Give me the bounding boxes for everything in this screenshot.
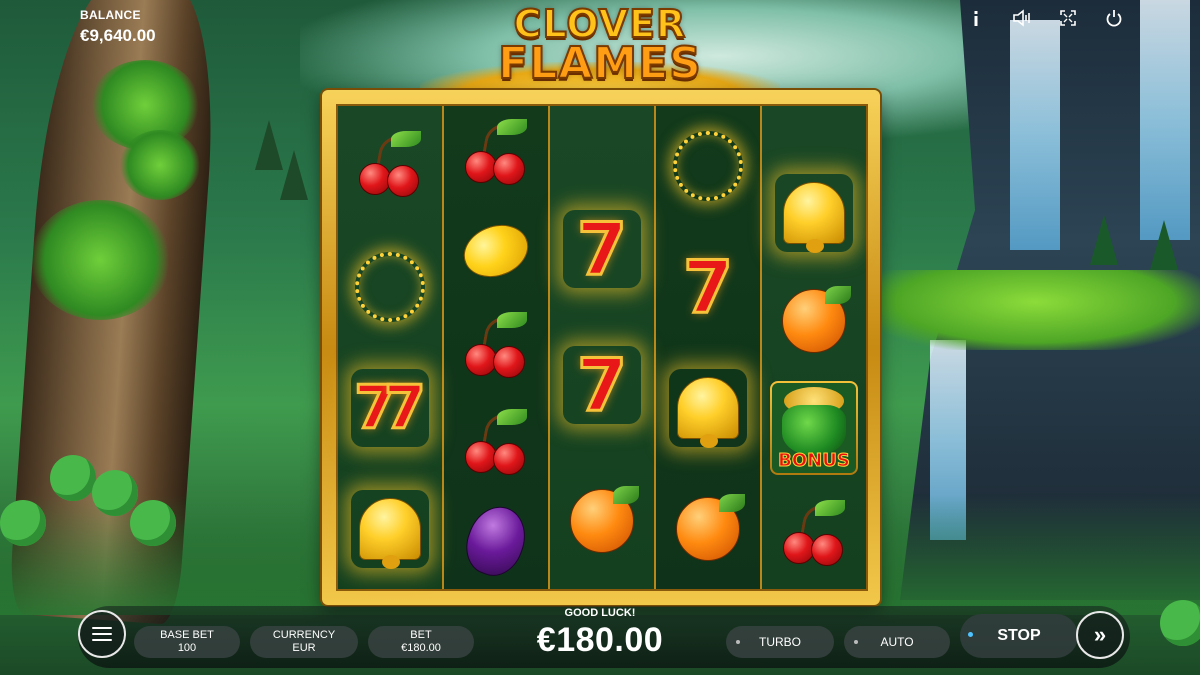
fire-ring-icon (673, 131, 743, 202)
clover-icon (1160, 600, 1200, 646)
fast-forward-icon: » (1093, 622, 1107, 647)
currency-button[interactable]: CURRENCY EUR (250, 626, 358, 658)
reel-cell (338, 106, 442, 227)
cherry-icon (457, 308, 535, 386)
reel-cell (444, 299, 548, 396)
reel-cell: 7 (550, 181, 654, 317)
logo-line-2: FLAMES (497, 38, 702, 89)
seven-icon: 7 (563, 346, 641, 424)
base-bet-button[interactable]: BASE BET 100 (134, 626, 240, 658)
reel-cell (444, 203, 548, 300)
waterfall (1140, 0, 1190, 240)
clover-icon (130, 500, 176, 546)
pine-tree (280, 150, 308, 200)
bonus-label: BONUS (778, 449, 851, 471)
moss (30, 200, 170, 320)
stop-button[interactable]: STOP (960, 614, 1078, 658)
status-message: GOOD LUCK! (564, 607, 636, 619)
cherry-icon (775, 496, 853, 574)
balance-value: €9,640.00 (80, 26, 156, 45)
auto-label: AUTO (880, 635, 914, 649)
reels-grid[interactable]: 77 7 7 7 BONUS (336, 104, 868, 591)
reel-3: 7 7 (550, 106, 656, 589)
moss (120, 130, 200, 200)
cherry-icon (457, 405, 535, 483)
reel-cell: 77 (338, 348, 442, 469)
clover-icon (50, 455, 96, 501)
reel-cell (444, 396, 548, 493)
turbo-indicator (736, 640, 740, 644)
clover-icon (0, 500, 46, 546)
bell-icon (669, 369, 747, 448)
spin-button[interactable]: » (1076, 611, 1124, 659)
clover-icon (92, 470, 138, 516)
reel-cell: 7 (550, 317, 654, 453)
auto-indicator (854, 640, 858, 644)
reel-cell (550, 453, 654, 589)
turbo-label: TURBO (759, 635, 801, 649)
reel-5: BONUS (762, 106, 866, 589)
power-icon[interactable] (1104, 9, 1124, 27)
sound-icon[interactable] (1012, 9, 1032, 27)
reel-cell: BONUS (762, 374, 866, 481)
reel-cell (550, 106, 654, 181)
stop-label: STOP (997, 627, 1041, 644)
plum-icon (457, 498, 535, 584)
orange-icon (669, 490, 747, 568)
reel-cell (762, 160, 866, 267)
base-bet-label: BASE BET (160, 629, 214, 641)
game-logo: CLOVER FLAMES (420, 3, 780, 94)
reel-cell: 7 (656, 227, 760, 348)
seven-icon: 77 (351, 369, 429, 447)
fire-ring-icon (355, 252, 425, 323)
balance-display: BALANCE €9,640.00 (80, 8, 156, 46)
auto-button[interactable]: AUTO (844, 626, 950, 658)
top-toolbar (966, 9, 1124, 27)
win-amount: €180.00 (536, 621, 664, 659)
base-bet-value: 100 (177, 642, 197, 654)
reel-cell (762, 106, 866, 160)
balance-label: BALANCE (80, 8, 141, 22)
reel-4: 7 (656, 106, 762, 589)
seven-icon: 7 (681, 245, 734, 330)
hamburger-icon (92, 627, 112, 629)
fullscreen-icon[interactable] (1058, 9, 1078, 27)
cherry-icon (457, 115, 535, 193)
reel-cell (338, 468, 442, 589)
orange-icon (563, 482, 641, 560)
stop-indicator (968, 632, 973, 637)
reel-cell (762, 482, 866, 589)
bet-value: €180.00 (401, 642, 441, 654)
bet-button[interactable]: BET €180.00 (368, 626, 474, 658)
reel-cell (762, 267, 866, 374)
pine-tree (1090, 215, 1118, 265)
reel-frame: 77 7 7 7 BONUS (322, 90, 880, 605)
bet-label: BET (410, 629, 432, 641)
currency-value: EUR (292, 642, 316, 654)
lemon-icon (456, 212, 536, 290)
reel-2 (444, 106, 550, 589)
bonus-pot-icon: BONUS (770, 380, 858, 475)
currency-label: CURRENCY (272, 629, 336, 641)
reel-cell (656, 468, 760, 589)
cherry-icon (351, 127, 429, 205)
menu-button[interactable] (78, 610, 126, 658)
waterfall (1010, 20, 1060, 250)
turbo-button[interactable]: TURBO (726, 626, 834, 658)
reel-1: 77 (338, 106, 444, 589)
reel-cell (656, 106, 760, 227)
reel-cell (338, 227, 442, 348)
bell-icon (351, 490, 429, 569)
info-icon[interactable] (966, 9, 986, 27)
pine-tree (1150, 220, 1178, 270)
orange-icon (775, 282, 853, 360)
meadow (870, 270, 1200, 350)
reel-cell (444, 106, 548, 203)
reel-cell (656, 348, 760, 469)
reel-cell (444, 492, 548, 589)
pine-tree (255, 120, 283, 170)
bell-icon (775, 174, 853, 254)
seven-icon: 7 (563, 210, 641, 288)
